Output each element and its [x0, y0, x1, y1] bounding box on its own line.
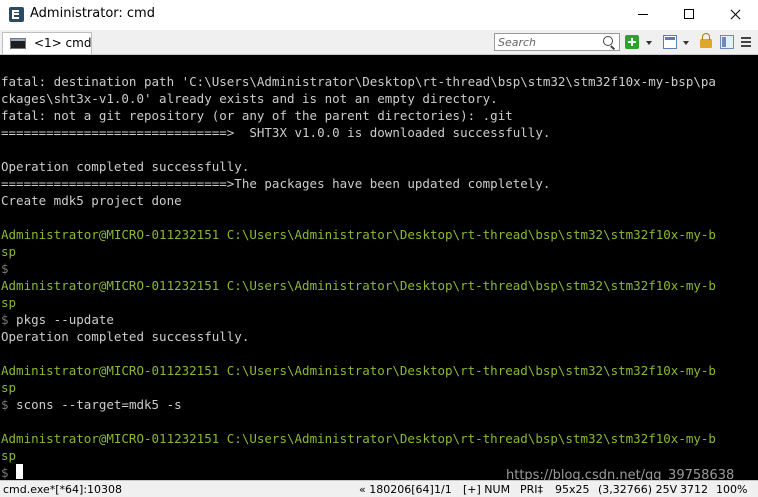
- console-line: Operation completed successfully.: [1, 158, 716, 175]
- maximize-button[interactable]: [666, 0, 712, 30]
- minimize-button[interactable]: [620, 0, 666, 30]
- console-line: ==============================>The packa…: [1, 175, 716, 192]
- tab-label: <1> cmd: [34, 36, 92, 50]
- status-bar: cmd.exe*[*64]:10308 « 180206[64] 1/1 [+]…: [0, 480, 758, 497]
- status-mode: [+] NUM: [463, 483, 511, 496]
- console-line: $ pkgs --update: [1, 311, 716, 328]
- console-text: fatal: destination path 'C:\Users\Admini…: [1, 74, 716, 89]
- console-text: pkgs --update: [8, 312, 114, 327]
- console-line: Operation completed successfully.: [1, 328, 716, 345]
- console-text: ==============================> SHT3X v1…: [1, 125, 551, 140]
- console-text: Administrator@MICRO-011232151: [1, 227, 227, 242]
- status-pid: 3712: [680, 483, 708, 496]
- console-line: sp: [1, 379, 716, 396]
- console-lines: fatal: destination path 'C:\Users\Admini…: [1, 73, 716, 480]
- console-line: Create mdk5 project done: [1, 192, 716, 209]
- window-title: Administrator: cmd: [30, 6, 155, 21]
- console-text: ==============================>The packa…: [1, 176, 551, 191]
- close-button[interactable]: [712, 0, 758, 30]
- console-text: sp: [1, 380, 17, 395]
- tab-cmd[interactable]: <1> cmd: [2, 32, 92, 54]
- console-text: C:\Users\Administrator\Desktop\rt-thread…: [226, 431, 716, 446]
- console-line: $ scons --target=mdk5 -s: [1, 396, 716, 413]
- status-coords: (3,32766) 25V: [598, 483, 678, 496]
- lock-icon[interactable]: [700, 33, 712, 48]
- console-line: Administrator@MICRO-011232151 C:\Users\A…: [1, 430, 716, 447]
- console-text: fatal: not a git repository (or any of t…: [1, 108, 513, 123]
- new-console-dropdown-icon[interactable]: [646, 41, 652, 45]
- search-icon[interactable]: [603, 36, 613, 46]
- console-text: Administrator@MICRO-011232151: [1, 431, 227, 446]
- console-text: C:\Users\Administrator\Desktop\rt-thread…: [226, 363, 716, 378]
- console-text: Operation completed successfully.: [1, 159, 250, 174]
- text-cursor: [16, 464, 23, 479]
- console-text: C:\Users\Administrator\Desktop\rt-thread…: [226, 278, 716, 293]
- status-priority: PRI‡: [520, 483, 544, 496]
- status-page: 1/1: [434, 483, 452, 496]
- console-line: ckages\sht3x-v1.0.0' already exists and …: [1, 90, 716, 107]
- console-line: Administrator@MICRO-011232151 C:\Users\A…: [1, 277, 716, 294]
- console-text: sp: [1, 448, 17, 463]
- app-icon[interactable]: [9, 7, 24, 22]
- console-text: scons --target=mdk5 -s: [8, 397, 182, 412]
- console-line: fatal: destination path 'C:\Users\Admini…: [1, 73, 716, 90]
- console-text: $: [1, 397, 9, 412]
- console-text: $: [1, 261, 9, 276]
- status-process: cmd.exe*[*64]:10308: [3, 483, 123, 496]
- console-text: $: [1, 312, 9, 327]
- console-line: $: [1, 260, 716, 277]
- console-icon: [10, 38, 26, 49]
- console-text: ckages\sht3x-v1.0.0' already exists and …: [1, 91, 498, 106]
- console-line: ==============================> SHT3X v1…: [1, 124, 716, 141]
- console-line: fatal: not a git repository (or any of t…: [1, 107, 716, 124]
- status-size: 95x25: [555, 483, 590, 496]
- view-icon[interactable]: [663, 35, 677, 49]
- console-line: sp: [1, 243, 716, 260]
- search-input[interactable]: [495, 34, 602, 50]
- console-text: Create mdk5 project done: [1, 193, 182, 208]
- search-box[interactable]: [494, 33, 620, 51]
- console-line: Administrator@MICRO-011232151 C:\Users\A…: [1, 226, 716, 243]
- view-dropdown-icon[interactable]: [683, 41, 689, 45]
- console-text: sp: [1, 244, 17, 259]
- title-bar[interactable]: Administrator: cmd: [0, 0, 758, 30]
- tab-toolbar: <1> cmd: [0, 30, 758, 55]
- console-text: Administrator@MICRO-011232151: [1, 363, 227, 378]
- console-line: Administrator@MICRO-011232151 C:\Users\A…: [1, 362, 716, 379]
- console-line: sp: [1, 294, 716, 311]
- menu-icon[interactable]: [740, 35, 752, 49]
- new-console-icon[interactable]: [625, 35, 639, 49]
- console-text: Administrator@MICRO-011232151: [1, 278, 227, 293]
- console-text: C:\Users\Administrator\Desktop\rt-thread…: [226, 227, 716, 242]
- console-text: sp: [1, 295, 17, 310]
- console-text: $: [1, 465, 9, 480]
- console-line: sp: [1, 447, 716, 464]
- status-position: « 180206[64]: [359, 483, 434, 496]
- console-text: Operation completed successfully.: [1, 329, 250, 344]
- panel-icon[interactable]: [720, 35, 734, 49]
- status-zoom: 100%: [716, 483, 748, 496]
- console-output[interactable]: fatal: destination path 'C:\Users\Admini…: [0, 55, 758, 480]
